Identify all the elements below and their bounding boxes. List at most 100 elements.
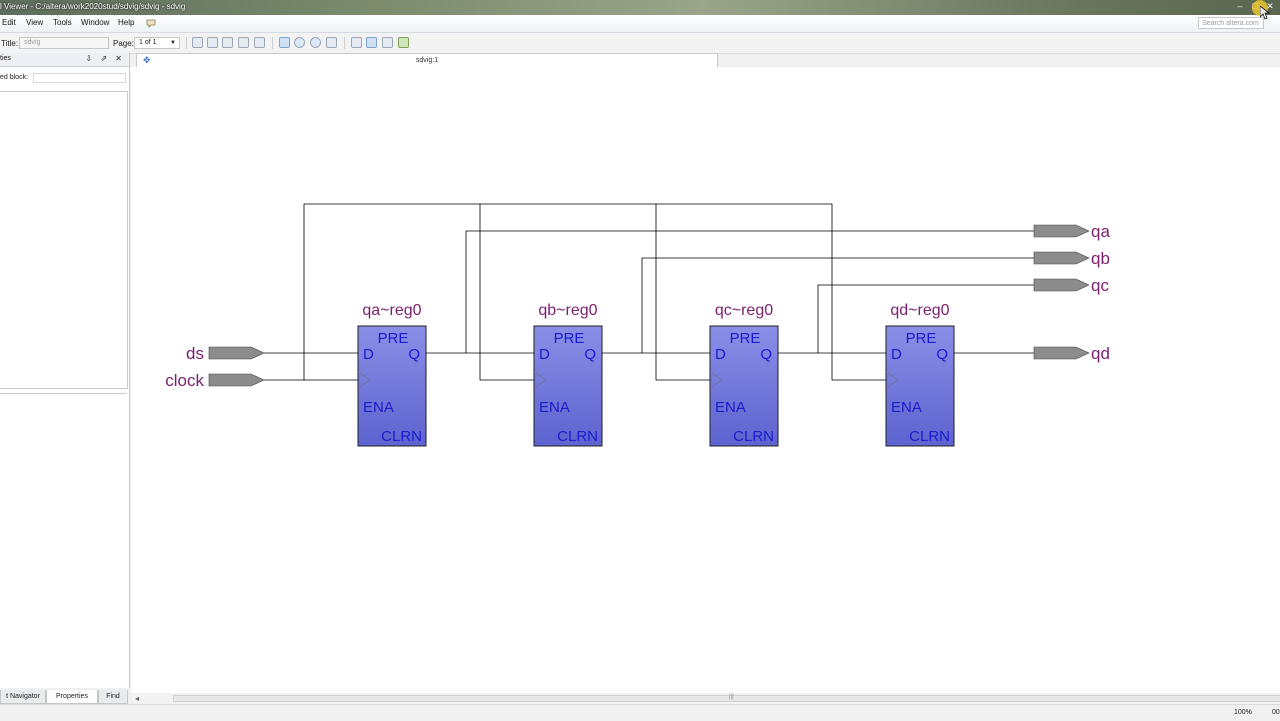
- menu-tools[interactable]: Tools: [53, 18, 72, 27]
- last-page-icon[interactable]: [254, 37, 265, 48]
- selected-block-field[interactable]: [33, 73, 126, 83]
- properties-detail: [0, 393, 127, 687]
- pin-pre: PRE: [554, 330, 585, 347]
- pin-clrn: CLRN: [909, 428, 950, 445]
- document-tab-label: sdvig:1: [415, 57, 439, 64]
- window-title-bar: l Viewer - C:/altera/work2020stud/sdvig/…: [0, 0, 1280, 15]
- input-label-ds: ds: [186, 344, 204, 363]
- pin-d: D: [715, 346, 726, 363]
- panel-title: ties: [0, 55, 11, 62]
- register-qb[interactable]: qb~reg0 PRE D Q ENA CLRN: [533, 302, 603, 447]
- panel-controls[interactable]: ⇩ ⇗ ✕: [85, 54, 125, 63]
- output-port-qc[interactable]: qc: [1033, 276, 1109, 295]
- pin-ena: ENA: [891, 399, 922, 416]
- pin-q: Q: [760, 346, 772, 363]
- wire-qb-out: [641, 257, 1034, 353]
- output-label-qd: qd: [1091, 344, 1110, 363]
- output-port-qd[interactable]: qd: [1033, 344, 1110, 363]
- pin-q: Q: [408, 346, 420, 363]
- tab-properties[interactable]: Properties: [46, 690, 98, 704]
- menu-help[interactable]: Help: [118, 18, 134, 27]
- output-label-qa: qa: [1091, 222, 1110, 241]
- panel-tabs: t Navigator Properties Find: [0, 689, 130, 704]
- output-port-qa[interactable]: qa: [1033, 222, 1110, 241]
- pin-d: D: [891, 346, 902, 363]
- hand-pan-icon[interactable]: [326, 37, 337, 48]
- forward-icon[interactable]: [222, 37, 233, 48]
- back-icon[interactable]: [207, 37, 218, 48]
- output-label-qc: qc: [1091, 276, 1109, 295]
- tab-find[interactable]: Find: [98, 690, 128, 704]
- pin-clrn: CLRN: [557, 428, 598, 445]
- input-port-ds[interactable]: ds: [186, 344, 265, 363]
- refresh-icon[interactable]: [192, 37, 203, 48]
- title-label: Title:: [1, 39, 19, 48]
- pin-pre: PRE: [378, 330, 409, 347]
- panel-header: ties ⇩ ⇗ ✕: [0, 53, 129, 67]
- schematic-diagram: ds clock qa qb qc qd qa~reg0 PRE D Q ENA…: [165, 203, 1110, 447]
- pin-clrn: CLRN: [381, 428, 422, 445]
- document-tab[interactable]: ✥ sdvig:1: [136, 53, 718, 67]
- menu-bar: Edit View Tools Window Help Search alter…: [0, 15, 1280, 33]
- minimize-button[interactable]: –: [1234, 1, 1246, 11]
- pin-ena: ENA: [363, 399, 394, 416]
- pin-ena: ENA: [539, 399, 570, 416]
- first-page-icon[interactable]: [238, 37, 249, 48]
- pin-pre: PRE: [730, 330, 761, 347]
- wire-clock-qc: [655, 204, 710, 381]
- chevron-down-icon: ▼: [170, 40, 176, 46]
- register-qa[interactable]: qa~reg0 PRE D Q ENA CLRN: [357, 302, 427, 447]
- select-pointer-icon[interactable]: [279, 37, 290, 48]
- page-select[interactable]: 1 of 1 ▼: [134, 37, 180, 49]
- scrollbar-thumb[interactable]: [173, 695, 1280, 702]
- pin-d: D: [539, 346, 550, 363]
- register-name: qd~reg0: [890, 302, 949, 319]
- toolbar-separator: [186, 37, 187, 49]
- register-name: qc~reg0: [715, 302, 773, 319]
- search-input[interactable]: Search altera.com: [1198, 17, 1264, 29]
- run-icon[interactable]: [398, 37, 409, 48]
- toolbar: Title: sdvig Page: 1 of 1 ▼: [0, 33, 1280, 54]
- wire-clock-qb: [479, 204, 534, 381]
- menu-edit[interactable]: Edit: [2, 18, 16, 27]
- help-icon[interactable]: [146, 18, 156, 28]
- pin-clrn: CLRN: [733, 428, 774, 445]
- menu-view[interactable]: View: [26, 18, 43, 27]
- status-bar: 100% 00: [0, 704, 1280, 721]
- output-label-qb: qb: [1091, 249, 1110, 268]
- tab-netlist-navigator[interactable]: t Navigator: [0, 690, 46, 704]
- title-field[interactable]: sdvig: [19, 37, 109, 49]
- menu-window[interactable]: Window: [81, 18, 109, 27]
- output-port-qb[interactable]: qb: [1033, 249, 1110, 268]
- pin-ena: ENA: [715, 399, 746, 416]
- input-label-clock: clock: [165, 371, 204, 390]
- pin-q: Q: [584, 346, 596, 363]
- register-name: qa~reg0: [362, 302, 421, 319]
- properties-list: [0, 91, 128, 389]
- selected-block-label: ed block:: [0, 74, 29, 81]
- cursor-arrow-icon: [1260, 6, 1270, 20]
- horizontal-scrollbar[interactable]: ◂ |||: [131, 693, 1280, 704]
- input-port-clock[interactable]: clock: [165, 371, 265, 390]
- scroll-grip-icon: |||: [729, 694, 734, 700]
- pin-pre: PRE: [906, 330, 937, 347]
- filter-icon[interactable]: [382, 37, 393, 48]
- zoom-level: 100%: [1234, 709, 1252, 716]
- window-title: l Viewer - C:/altera/work2020stud/sdvig/…: [0, 2, 186, 11]
- netlist-icon[interactable]: [366, 37, 377, 48]
- hierarchy-icon[interactable]: [351, 37, 362, 48]
- zoom-out-icon[interactable]: [310, 37, 321, 48]
- scroll-left-icon[interactable]: ◂: [135, 694, 139, 703]
- register-qd[interactable]: qd~reg0 PRE D Q ENA CLRN: [885, 302, 955, 447]
- schematic-canvas[interactable]: ds clock qa qb qc qd qa~reg0 PRE D Q ENA…: [131, 67, 1280, 693]
- register-name: qb~reg0: [538, 302, 597, 319]
- toolbar-separator: [272, 37, 273, 49]
- pin-d: D: [363, 346, 374, 363]
- status-extra: 00: [1272, 709, 1280, 716]
- page-label: Page:: [113, 39, 134, 48]
- zoom-in-icon[interactable]: [294, 37, 305, 48]
- register-qc[interactable]: qc~reg0 PRE D Q ENA CLRN: [709, 302, 779, 447]
- toolbar-separator: [344, 37, 345, 49]
- pin-q: Q: [936, 346, 948, 363]
- properties-panel: ties ⇩ ⇗ ✕ ed block:: [0, 53, 130, 688]
